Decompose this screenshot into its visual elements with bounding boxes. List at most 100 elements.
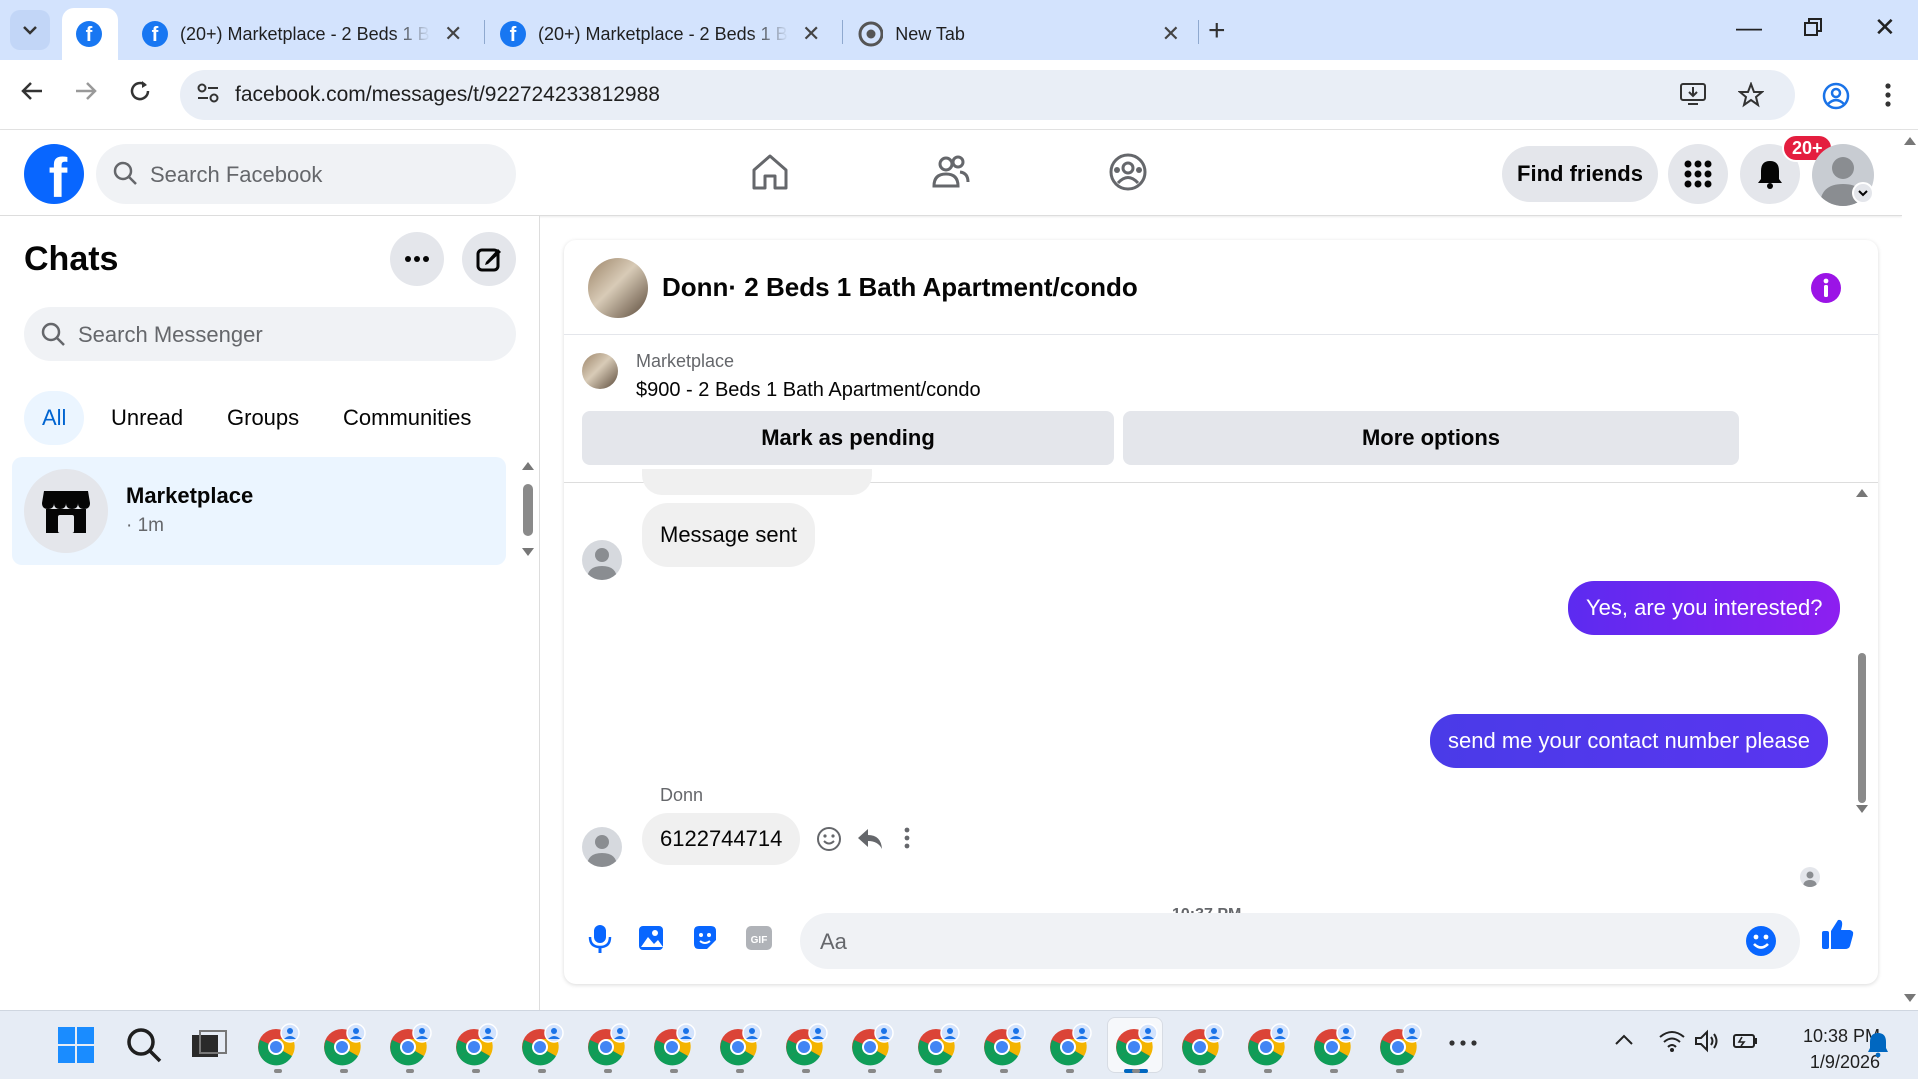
restore-button[interactable]: [1804, 12, 1822, 43]
task-view-icon[interactable]: [186, 1023, 230, 1067]
minimize-button[interactable]: —: [1736, 12, 1762, 43]
tab-new-tab[interactable]: New Tab ✕: [844, 8, 1194, 60]
url-text[interactable]: facebook.com/messages/t/922724233812988: [235, 83, 660, 107]
chrome-taskbar-icon[interactable]: [718, 1023, 762, 1067]
chrome-taskbar-icon[interactable]: [1048, 1023, 1092, 1067]
search-messenger-input[interactable]: Search Messenger: [24, 307, 516, 361]
back-button[interactable]: [20, 78, 44, 110]
forward-button[interactable]: [74, 78, 98, 110]
chrome-taskbar-icon[interactable]: [256, 1023, 300, 1067]
new-message-button[interactable]: [462, 232, 516, 286]
running-app-dot: [538, 1069, 546, 1073]
sticker-icon[interactable]: [690, 923, 720, 958]
notification-center-icon[interactable]: [1866, 1031, 1890, 1062]
chrome-taskbar-icon[interactable]: [850, 1023, 894, 1067]
emoji-icon[interactable]: [1745, 925, 1777, 957]
gif-icon[interactable]: GIF: [744, 923, 774, 958]
reload-button[interactable]: [128, 78, 152, 110]
more-apps-icon[interactable]: [1448, 1035, 1492, 1055]
listing-thumbnail[interactable]: [582, 353, 618, 389]
find-friends-button[interactable]: Find friends: [1502, 146, 1658, 202]
running-app-dot: [802, 1069, 810, 1073]
chrome-taskbar-icon[interactable]: [652, 1023, 696, 1067]
reply-icon[interactable]: [856, 826, 884, 857]
chrome-taskbar-icon[interactable]: [454, 1023, 498, 1067]
site-settings-icon[interactable]: [196, 82, 220, 110]
chat-list-scrollbar[interactable]: [520, 460, 536, 568]
tab-active-facebook[interactable]: f: [62, 8, 118, 60]
windows-start-icon[interactable]: [54, 1023, 98, 1067]
mark-as-pending-button[interactable]: Mark as pending: [582, 411, 1114, 465]
system-clock[interactable]: 10:38 PM 1/9/2026: [1770, 1023, 1880, 1075]
tab-marketplace-1[interactable]: f (20+) Marketplace - 2 Beds 1 Ba ✕: [128, 8, 478, 60]
microphone-icon[interactable]: [588, 923, 612, 960]
volume-icon[interactable]: [1694, 1029, 1722, 1058]
browser-menu-icon[interactable]: [1884, 82, 1892, 115]
incoming-message[interactable]: Message sent: [642, 503, 815, 567]
react-emoji-icon[interactable]: [816, 826, 842, 857]
chrome-taskbar-icon[interactable]: [1180, 1023, 1224, 1067]
message-input[interactable]: Aa: [800, 913, 1800, 969]
chrome-taskbar-icon[interactable]: [982, 1023, 1026, 1067]
menu-grid-button[interactable]: [1668, 144, 1728, 204]
account-chevron-icon[interactable]: [1852, 182, 1874, 204]
battery-icon[interactable]: [1732, 1031, 1760, 1056]
marketplace-label: Marketplace: [636, 351, 735, 371]
chats-options-button[interactable]: [390, 232, 444, 286]
close-tab-icon[interactable]: ✕: [444, 21, 462, 47]
chrome-taskbar-icon[interactable]: [784, 1023, 828, 1067]
running-app-dot: [1264, 1069, 1272, 1073]
filter-unread[interactable]: Unread: [93, 391, 201, 445]
conversation-title[interactable]: Donn· 2 Beds 1 Bath Apartment/condo: [662, 272, 1138, 303]
chrome-taskbar-icon[interactable]: [586, 1023, 630, 1067]
filter-all[interactable]: All: [24, 391, 85, 445]
tab-divider: [1198, 20, 1199, 44]
address-bar[interactable]: facebook.com/messages/t/922724233812988: [180, 70, 1795, 120]
outgoing-message[interactable]: send me your contact number please: [1430, 714, 1828, 768]
close-tab-icon[interactable]: ✕: [1162, 21, 1180, 47]
tab-search-button[interactable]: [10, 10, 50, 50]
listing-price-title[interactable]: $900 - 2 Beds 1 Bath Apartment/condo: [636, 379, 981, 402]
chrome-taskbar-icon[interactable]: [916, 1023, 960, 1067]
conversation-scrollbar[interactable]: [1852, 483, 1872, 903]
bookmark-star-icon[interactable]: [1737, 81, 1765, 115]
chrome-taskbar-icon[interactable]: [1246, 1023, 1290, 1067]
facebook-logo-icon[interactable]: f: [24, 144, 84, 204]
search-icon[interactable]: [122, 1023, 166, 1067]
chrome-taskbar-icon[interactable]: [520, 1023, 564, 1067]
incoming-message[interactable]: 6122744714: [642, 813, 801, 865]
chat-time: · 1m: [126, 515, 164, 536]
chrome-taskbar-icon[interactable]: [1114, 1023, 1158, 1067]
message-more-icon[interactable]: [904, 826, 910, 855]
home-nav-icon[interactable]: [750, 152, 790, 197]
chat-list-item[interactable]: Marketplace · 1m: [12, 457, 506, 565]
wifi-icon[interactable]: [1658, 1029, 1686, 1058]
close-tab-icon[interactable]: ✕: [802, 21, 820, 47]
install-app-icon[interactable]: [1680, 82, 1706, 113]
facebook-search-input[interactable]: Search Facebook: [96, 144, 516, 204]
chrome-taskbar-icon[interactable]: [1312, 1023, 1356, 1067]
chrome-taskbar-icon[interactable]: [388, 1023, 432, 1067]
photo-icon[interactable]: [636, 923, 666, 958]
tab-title: (20+) Marketplace - 2 Beds 1 Ba: [180, 23, 430, 44]
chrome-taskbar-icon[interactable]: [1378, 1023, 1422, 1067]
filter-groups[interactable]: Groups: [209, 391, 317, 445]
search-placeholder: Search Facebook: [150, 162, 323, 187]
tab-marketplace-2[interactable]: f (20+) Marketplace - 2 Beds 1 Ba ✕: [486, 8, 836, 60]
more-options-button[interactable]: More options: [1123, 411, 1739, 465]
tab-divider: [842, 20, 843, 44]
filter-communities[interactable]: Communities: [325, 391, 489, 445]
thumbs-up-icon[interactable]: [1820, 917, 1854, 956]
close-window-button[interactable]: ✕: [1874, 12, 1896, 43]
chrome-taskbar-icon[interactable]: [322, 1023, 366, 1067]
profile-icon[interactable]: [1822, 82, 1850, 117]
new-tab-button[interactable]: +: [1208, 14, 1226, 48]
running-app-dot: [274, 1069, 282, 1073]
info-icon[interactable]: [1810, 272, 1842, 309]
listing-avatar[interactable]: [588, 258, 648, 318]
friends-nav-icon[interactable]: [930, 152, 970, 197]
groups-nav-icon[interactable]: [1108, 152, 1148, 197]
show-hidden-icons-icon[interactable]: [1614, 1033, 1634, 1051]
outgoing-message[interactable]: Yes, are you interested?: [1568, 581, 1841, 635]
page-scrollbar[interactable]: [1902, 130, 1918, 1010]
